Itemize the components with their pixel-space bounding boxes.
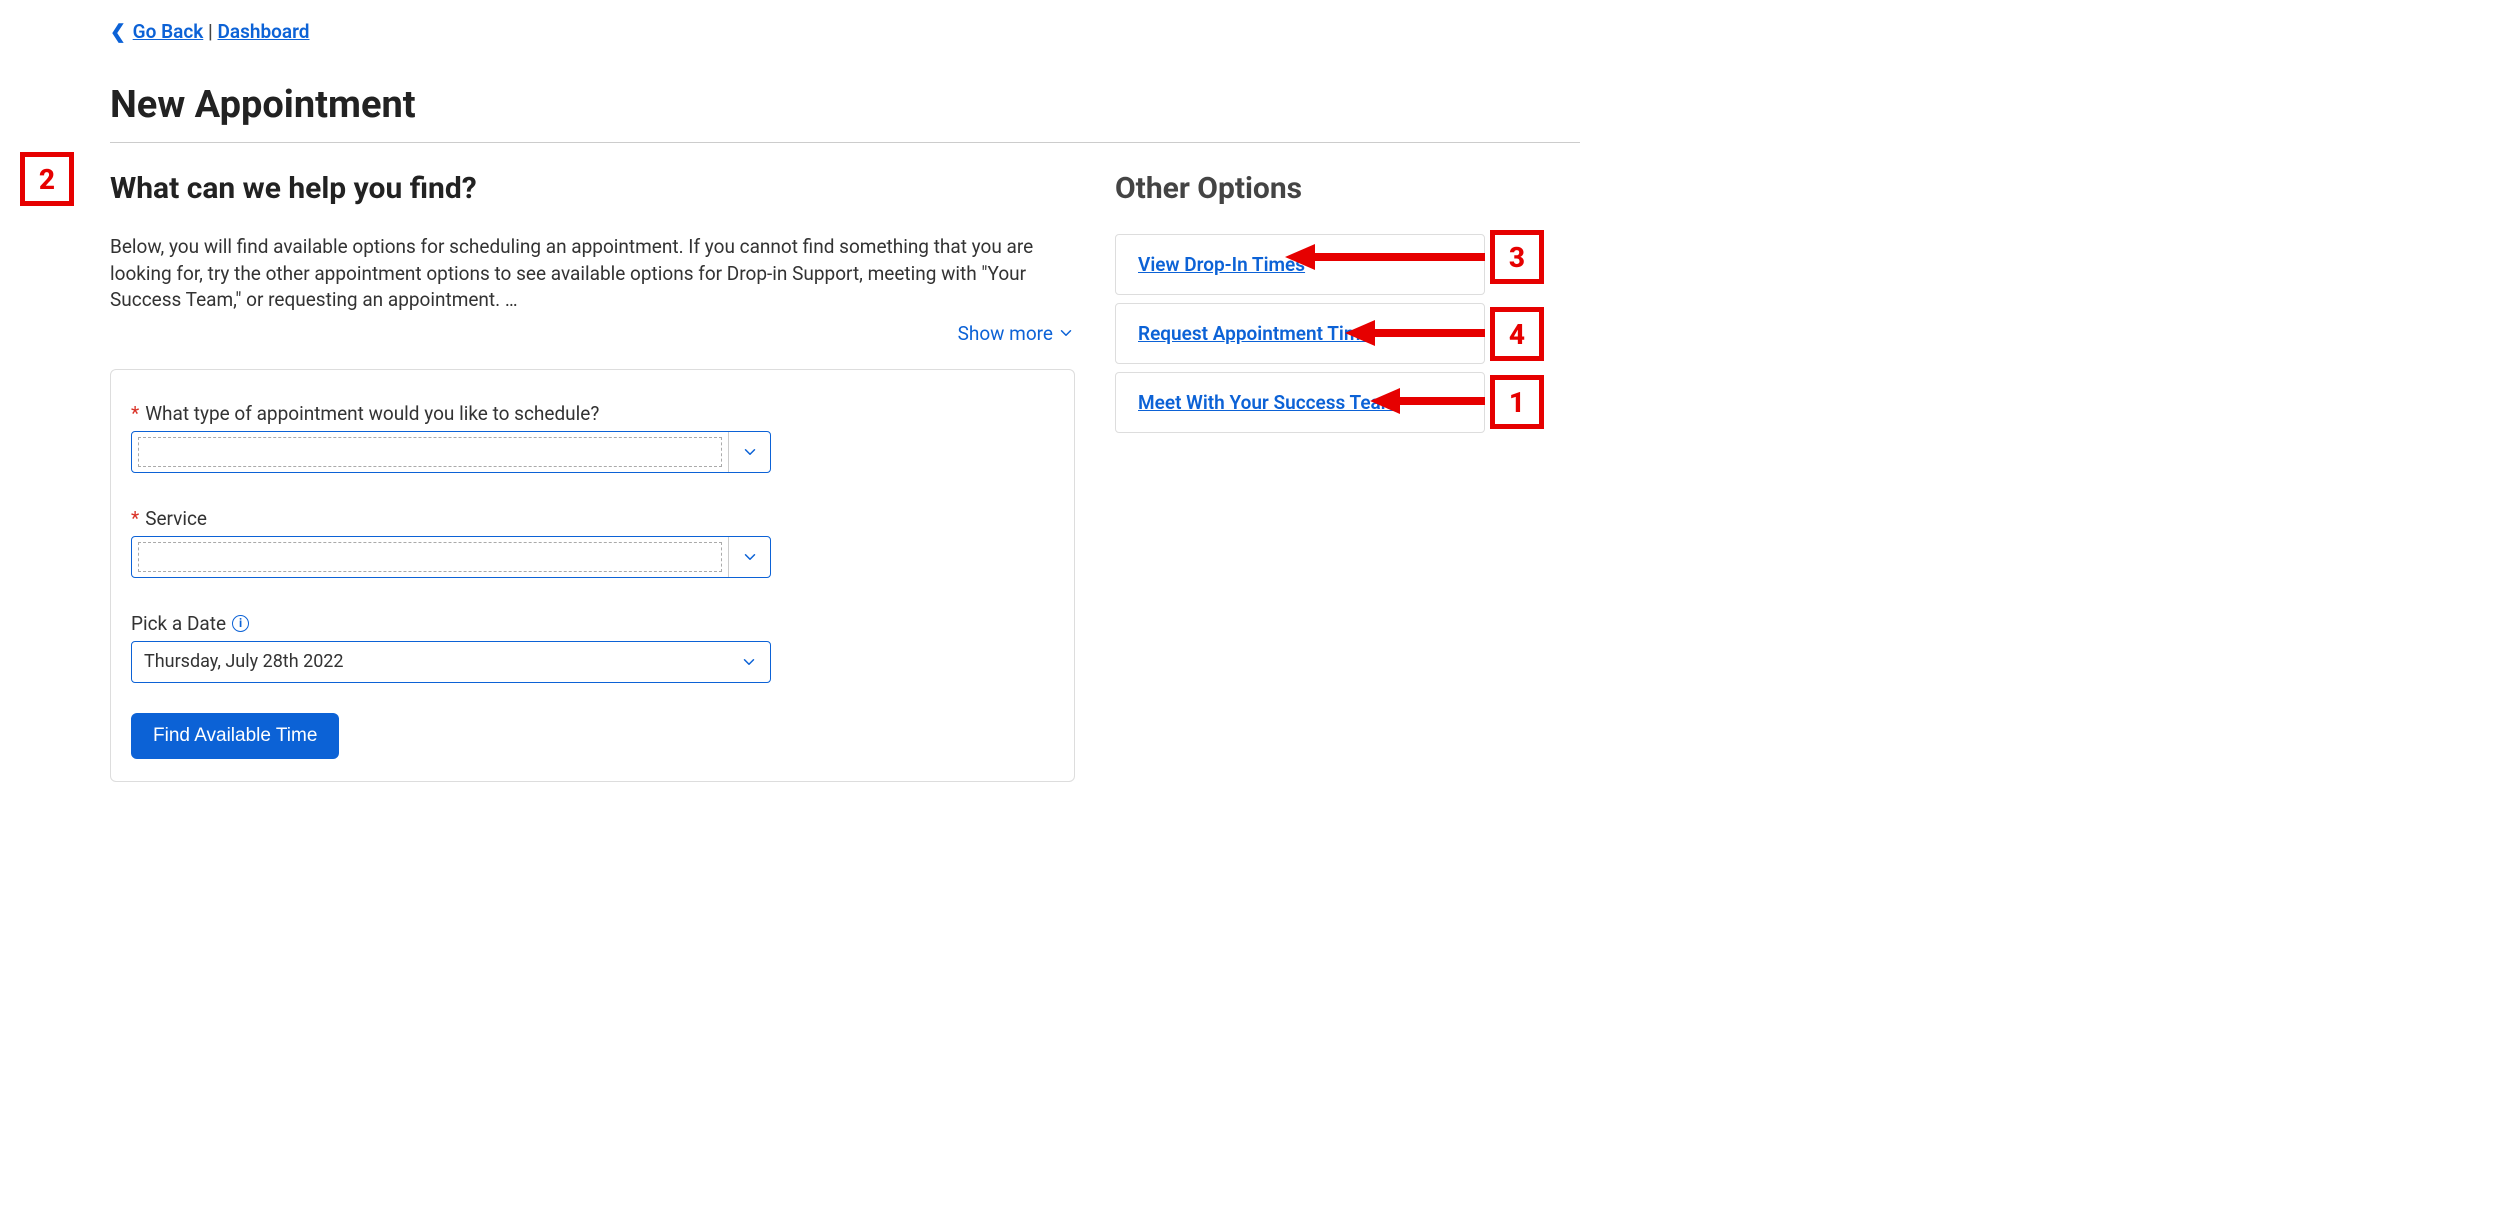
select-arrow (728, 537, 770, 577)
date-label: Pick a Date i (131, 612, 1054, 635)
select-arrow (728, 432, 770, 472)
show-more-label: Show more (958, 322, 1053, 345)
other-options-heading: Other Options (1115, 171, 1485, 206)
annotation-box-3: 3 (1490, 230, 1544, 284)
chevron-down-icon (1057, 324, 1075, 342)
breadcrumb: ❮ Go Back | Dashboard (110, 20, 1580, 43)
service-value (138, 542, 722, 572)
annotation-arrow-1 (1370, 386, 1490, 416)
annotation-box-4: 4 (1490, 307, 1544, 361)
annotation-box-1: 1 (1490, 375, 1544, 429)
service-select[interactable] (131, 536, 771, 578)
go-back-link[interactable]: Go Back (133, 20, 204, 43)
chevron-down-icon (741, 443, 759, 461)
section-heading: What can we help you find? (110, 171, 1075, 206)
meet-with-success-team-link[interactable]: Meet With Your Success Team (1138, 391, 1397, 414)
select-arrow (728, 642, 770, 682)
breadcrumb-divider: | (208, 20, 217, 43)
chevron-down-icon (741, 548, 759, 566)
chevron-left-icon: ❮ (110, 20, 126, 43)
service-label: *Service (131, 507, 1054, 530)
view-drop-in-times-link[interactable]: View Drop-In Times (1138, 253, 1305, 276)
show-more-toggle[interactable]: Show more (958, 322, 1075, 345)
title-divider (110, 142, 1580, 143)
date-select[interactable]: Thursday, July 28th 2022 (131, 641, 771, 683)
annotation-arrow-4 (1345, 318, 1490, 348)
page-title: New Appointment (110, 83, 1580, 127)
appointment-form: *What type of appointment would you like… (110, 369, 1075, 782)
annotation-arrow-3 (1285, 242, 1490, 272)
dashboard-link[interactable]: Dashboard (218, 20, 310, 43)
find-available-time-button[interactable]: Find Available Time (131, 713, 339, 759)
chevron-down-icon (740, 653, 758, 671)
main-column: What can we help you find? Below, you wi… (110, 171, 1075, 782)
date-value: Thursday, July 28th 2022 (132, 642, 728, 682)
required-indicator: * (131, 402, 139, 425)
appt-type-select[interactable] (131, 431, 771, 473)
request-appointment-time-link[interactable]: Request Appointment Time (1138, 322, 1371, 345)
required-indicator: * (131, 507, 139, 530)
info-icon[interactable]: i (232, 615, 249, 632)
appt-type-value (138, 437, 722, 467)
help-text: Below, you will find available options f… (110, 234, 1075, 314)
annotation-box-2: 2 (20, 152, 74, 206)
appt-type-label: *What type of appointment would you like… (131, 402, 1054, 425)
